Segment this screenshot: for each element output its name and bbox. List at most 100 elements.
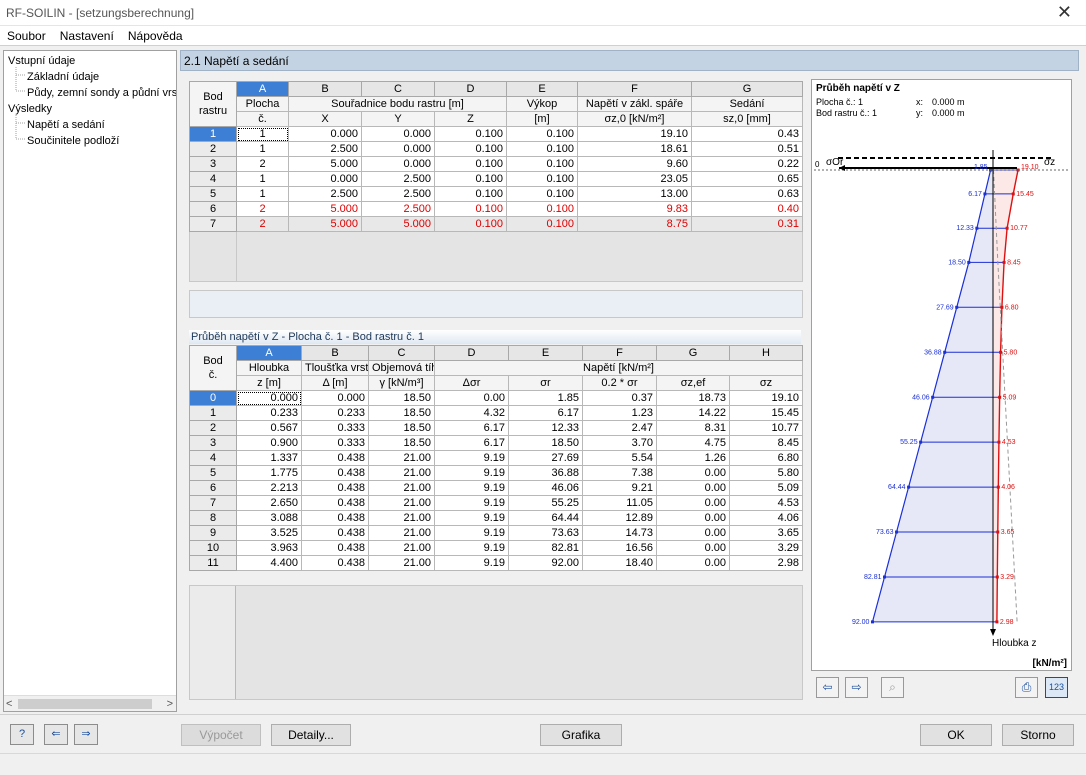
- col-letter-b[interactable]: B: [288, 81, 362, 97]
- table-cell[interactable]: 21.00: [368, 480, 435, 496]
- table-cell[interactable]: 0.100: [506, 216, 578, 232]
- table-row[interactable]: 2 0.567 0.333 18.50 6.17 12.33 2.47 8.31 10.77: [189, 420, 803, 436]
- table-cell[interactable]: 0.51: [691, 141, 803, 157]
- table-row[interactable]: 1 0.233 0.233 18.50 4.32 6.17 1.23 14.22 15.45: [189, 405, 803, 421]
- table-cell[interactable]: 0.100: [434, 156, 507, 172]
- col2-letter-e[interactable]: E: [508, 345, 583, 361]
- row-header[interactable]: 5: [189, 465, 237, 481]
- col2-letter-b[interactable]: B: [301, 345, 369, 361]
- table-row[interactable]: 0 0.000 0.000 18.50 0.00 1.85 0.37 18.73 19.10: [189, 390, 803, 406]
- table-cell[interactable]: 0.438: [301, 495, 369, 511]
- row-header[interactable]: 5: [189, 186, 237, 202]
- table-cell[interactable]: 0.900: [236, 435, 302, 451]
- table-cell[interactable]: 0.100: [506, 126, 578, 142]
- col2-letter-h[interactable]: H: [729, 345, 803, 361]
- table-cell[interactable]: 14.22: [656, 405, 730, 421]
- table-cell[interactable]: 2.47: [582, 420, 657, 436]
- row-header[interactable]: 3: [189, 435, 237, 451]
- table-cell[interactable]: 64.44: [508, 510, 583, 526]
- table-cell[interactable]: 21.00: [368, 525, 435, 541]
- storno-button[interactable]: Storno: [1002, 724, 1074, 746]
- table-cell[interactable]: 6.17: [434, 435, 509, 451]
- row-header[interactable]: 7: [189, 216, 237, 232]
- table-cell[interactable]: 6.80: [729, 450, 803, 466]
- row-header[interactable]: 6: [189, 201, 237, 217]
- table-cell[interactable]: 12.33: [508, 420, 583, 436]
- table-cell[interactable]: 0.000: [361, 141, 435, 157]
- table-cell[interactable]: 0.100: [506, 171, 578, 187]
- table-cell[interactable]: 0.100: [506, 141, 578, 157]
- table-row[interactable]: 2 1 2.500 0.000 0.100 0.100 18.61 0.51: [189, 141, 803, 157]
- help-icon[interactable]: ?: [10, 724, 34, 745]
- col-letter-f[interactable]: F: [577, 81, 692, 97]
- row-header[interactable]: 10: [189, 540, 237, 556]
- table-cell[interactable]: 1.23: [582, 405, 657, 421]
- table-cell[interactable]: 0.438: [301, 465, 369, 481]
- table-cell[interactable]: 0.438: [301, 525, 369, 541]
- table-cell[interactable]: 9.19: [434, 555, 509, 571]
- table-cell[interactable]: 0.00: [656, 495, 730, 511]
- table-cell[interactable]: 46.06: [508, 480, 583, 496]
- table-cell[interactable]: 23.05: [577, 171, 692, 187]
- import-icon[interactable]: ⇐: [44, 724, 68, 745]
- col-letter-c[interactable]: C: [361, 81, 435, 97]
- table-cell[interactable]: 0.65: [691, 171, 803, 187]
- table-cell[interactable]: 0.100: [506, 186, 578, 202]
- table-cell[interactable]: 18.73: [656, 390, 730, 406]
- table-cell[interactable]: 18.50: [368, 405, 435, 421]
- table-cell[interactable]: 3.70: [582, 435, 657, 451]
- table-row[interactable]: 6 2 5.000 2.500 0.100 0.100 9.83 0.40: [189, 201, 803, 217]
- table-cell[interactable]: 0.31: [691, 216, 803, 232]
- table-cell[interactable]: 0.438: [301, 540, 369, 556]
- table-cell[interactable]: 3.088: [236, 510, 302, 526]
- detaily-button[interactable]: Detaily...: [271, 724, 351, 746]
- next-arrow-icon[interactable]: ⇨: [845, 677, 868, 698]
- table-cell[interactable]: 15.45: [729, 405, 803, 421]
- table-cell[interactable]: 0.438: [301, 555, 369, 571]
- table-cell[interactable]: 18.50: [508, 435, 583, 451]
- table-cell[interactable]: 0.100: [434, 141, 507, 157]
- tree-item-zakladni-udaje[interactable]: Základní údaje: [27, 69, 99, 85]
- table-cell[interactable]: 3.65: [729, 525, 803, 541]
- table-cell[interactable]: 7.38: [582, 465, 657, 481]
- table-cell[interactable]: 3.29: [729, 540, 803, 556]
- row-header[interactable]: 7: [189, 495, 237, 511]
- ok-button[interactable]: OK: [920, 724, 992, 746]
- row-header[interactable]: 9: [189, 525, 237, 541]
- row-header[interactable]: 1: [189, 405, 237, 421]
- table-cell[interactable]: 9.19: [434, 480, 509, 496]
- table-cell[interactable]: 0.000: [288, 171, 362, 187]
- table-cell[interactable]: 5.54: [582, 450, 657, 466]
- table-cell[interactable]: 3.963: [236, 540, 302, 556]
- table-cell[interactable]: 21.00: [368, 450, 435, 466]
- prev-arrow-icon[interactable]: ⇦: [816, 677, 839, 698]
- table-cell[interactable]: 0.40: [691, 201, 803, 217]
- table-cell[interactable]: 12.89: [582, 510, 657, 526]
- table-cell[interactable]: 4.06: [729, 510, 803, 526]
- table-cell[interactable]: 0.100: [506, 156, 578, 172]
- table-cell[interactable]: 0.00: [656, 525, 730, 541]
- tree-item-soucinitele-podlozi[interactable]: Součinitele podloží: [27, 133, 119, 149]
- table-cell[interactable]: 21.00: [368, 555, 435, 571]
- table-cell[interactable]: 1: [236, 141, 289, 157]
- table-row[interactable]: 11 4.400 0.438 21.00 9.19 92.00 18.40 0.00 2.98: [189, 555, 803, 571]
- table-row[interactable]: 1 1 0.000 0.000 0.100 0.100 19.10 0.43: [189, 126, 803, 142]
- table-cell[interactable]: 18.61: [577, 141, 692, 157]
- table-cell[interactable]: 9.19: [434, 450, 509, 466]
- table-cell[interactable]: 0.00: [656, 555, 730, 571]
- row-header[interactable]: 8: [189, 510, 237, 526]
- print-icon[interactable]: ⎙: [1015, 677, 1038, 698]
- table-row[interactable]: 3 2 5.000 0.000 0.100 0.100 9.60 0.22: [189, 156, 803, 172]
- table-cell[interactable]: 2.98: [729, 555, 803, 571]
- col-letter-a[interactable]: A: [236, 81, 289, 97]
- table-cell[interactable]: 4.53: [729, 495, 803, 511]
- table-cell[interactable]: 2: [236, 201, 289, 217]
- table-cell[interactable]: 2.213: [236, 480, 302, 496]
- table-cell[interactable]: 14.73: [582, 525, 657, 541]
- table-row[interactable]: 7 2 5.000 5.000 0.100 0.100 8.75 0.31: [189, 216, 803, 232]
- table-row[interactable]: 9 3.525 0.438 21.00 9.19 73.63 14.73 0.00 3.65: [189, 525, 803, 541]
- table-cell[interactable]: 9.60: [577, 156, 692, 172]
- row-header[interactable]: 1: [189, 126, 237, 142]
- table-cell[interactable]: 0.100: [506, 201, 578, 217]
- row-header[interactable]: 4: [189, 171, 237, 187]
